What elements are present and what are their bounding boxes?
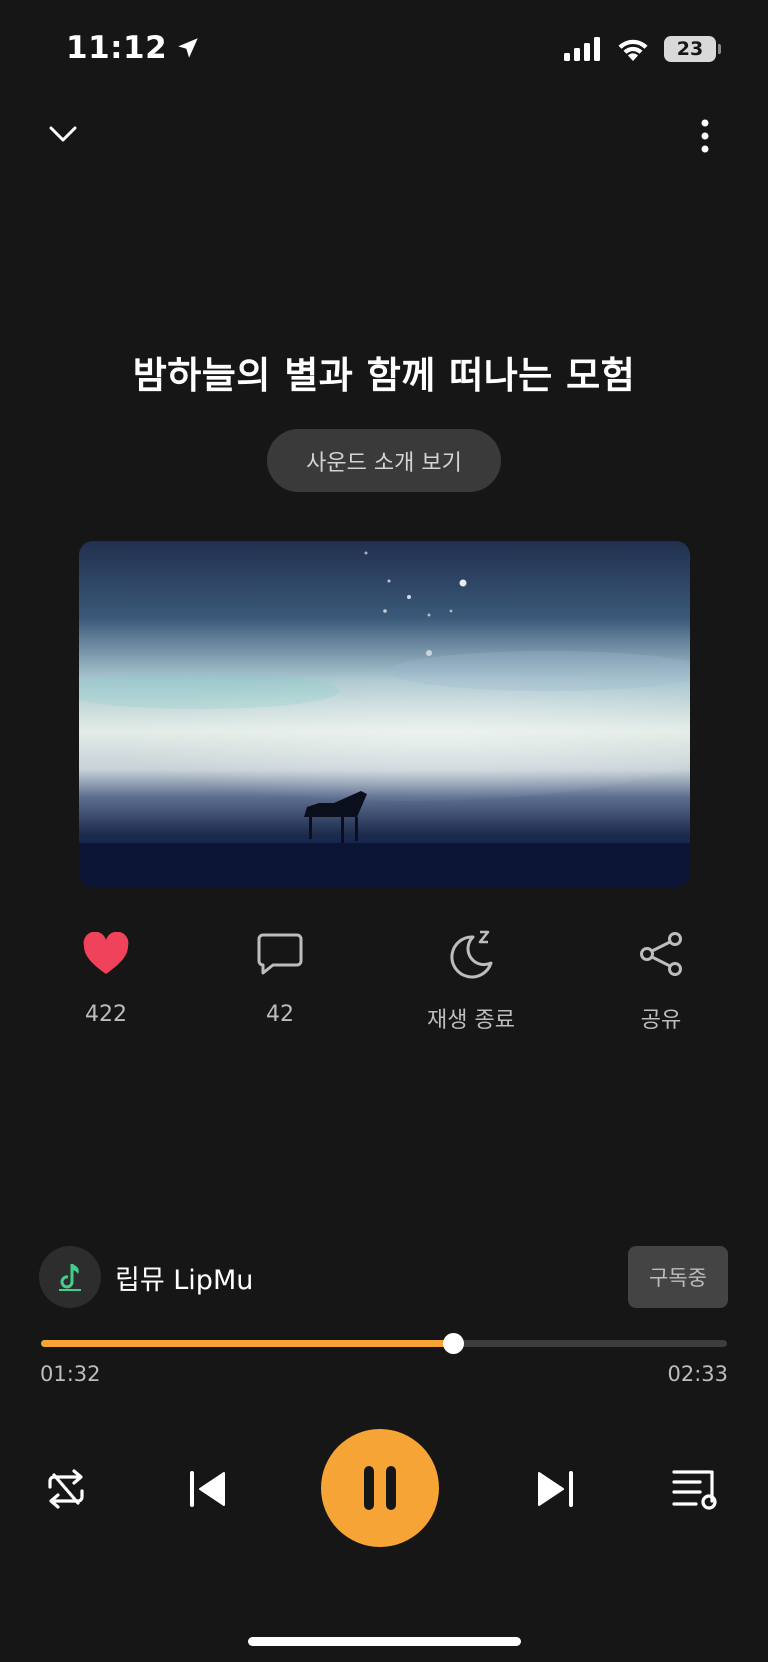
- clock: 11:12: [66, 30, 168, 66]
- pause-icon: [364, 1466, 396, 1510]
- subscribe-button[interactable]: 구독중: [628, 1246, 728, 1308]
- chevron-down-icon: [49, 126, 77, 142]
- repeat-icon: [48, 1469, 84, 1509]
- elapsed-time: 01:32: [40, 1362, 101, 1386]
- total-duration: 02:33: [667, 1362, 728, 1386]
- collapse-player-button[interactable]: [39, 110, 87, 158]
- skip-previous-icon: [190, 1471, 225, 1507]
- sound-intro-button[interactable]: 사운드 소개 보기: [267, 429, 501, 492]
- progress-fill: [41, 1340, 454, 1347]
- skip-next-icon: [538, 1471, 573, 1507]
- wifi-icon: [618, 39, 648, 61]
- more-options-button[interactable]: [681, 112, 729, 160]
- status-bar-indicators: 23: [564, 36, 721, 62]
- location-arrow-icon: [178, 38, 198, 58]
- share-action[interactable]: 공유: [581, 928, 741, 1034]
- battery-level: 23: [676, 38, 704, 60]
- sleep-timer-label: 재생 종료: [427, 1008, 515, 1033]
- like-action[interactable]: 422: [26, 928, 186, 1027]
- share-label: 공유: [640, 1008, 682, 1033]
- next-track-button[interactable]: [527, 1462, 583, 1516]
- play-pause-button[interactable]: [321, 1429, 439, 1547]
- share-icon: [640, 932, 682, 976]
- sleep-timer-action[interactable]: 재생 종료: [391, 928, 551, 1034]
- playlist-icon: [672, 1470, 717, 1510]
- status-bar-time: 11:12: [66, 30, 201, 66]
- artwork-image: [79, 541, 690, 887]
- music-note-logo-icon: [59, 1264, 81, 1291]
- more-vertical-icon: [701, 119, 709, 153]
- previous-track-button[interactable]: [180, 1462, 236, 1516]
- creator-name[interactable]: 립뮤 LipMu: [115, 1258, 253, 1297]
- comment-count: 42: [266, 1002, 294, 1027]
- album-artwork: [79, 541, 690, 887]
- track-title: 밤하늘의 별과 함께 떠나는 모험: [132, 354, 636, 397]
- creator-row[interactable]: 립뮤 LipMu: [39, 1246, 253, 1308]
- comment-icon: [257, 933, 303, 975]
- battery-indicator: 23: [664, 36, 721, 62]
- like-count: 422: [85, 1002, 127, 1027]
- moon-sleep-icon: [450, 930, 493, 979]
- progress-knob[interactable]: [443, 1333, 465, 1354]
- playlist-button[interactable]: [668, 1462, 724, 1516]
- cellular-signal-icon: [564, 37, 600, 61]
- creator-avatar[interactable]: [39, 1246, 101, 1308]
- playback-progress-bar[interactable]: [41, 1333, 727, 1354]
- repeat-button[interactable]: [38, 1462, 94, 1516]
- comment-action[interactable]: 42: [200, 928, 360, 1027]
- home-indicator: [248, 1637, 521, 1646]
- heart-icon: [83, 932, 129, 974]
